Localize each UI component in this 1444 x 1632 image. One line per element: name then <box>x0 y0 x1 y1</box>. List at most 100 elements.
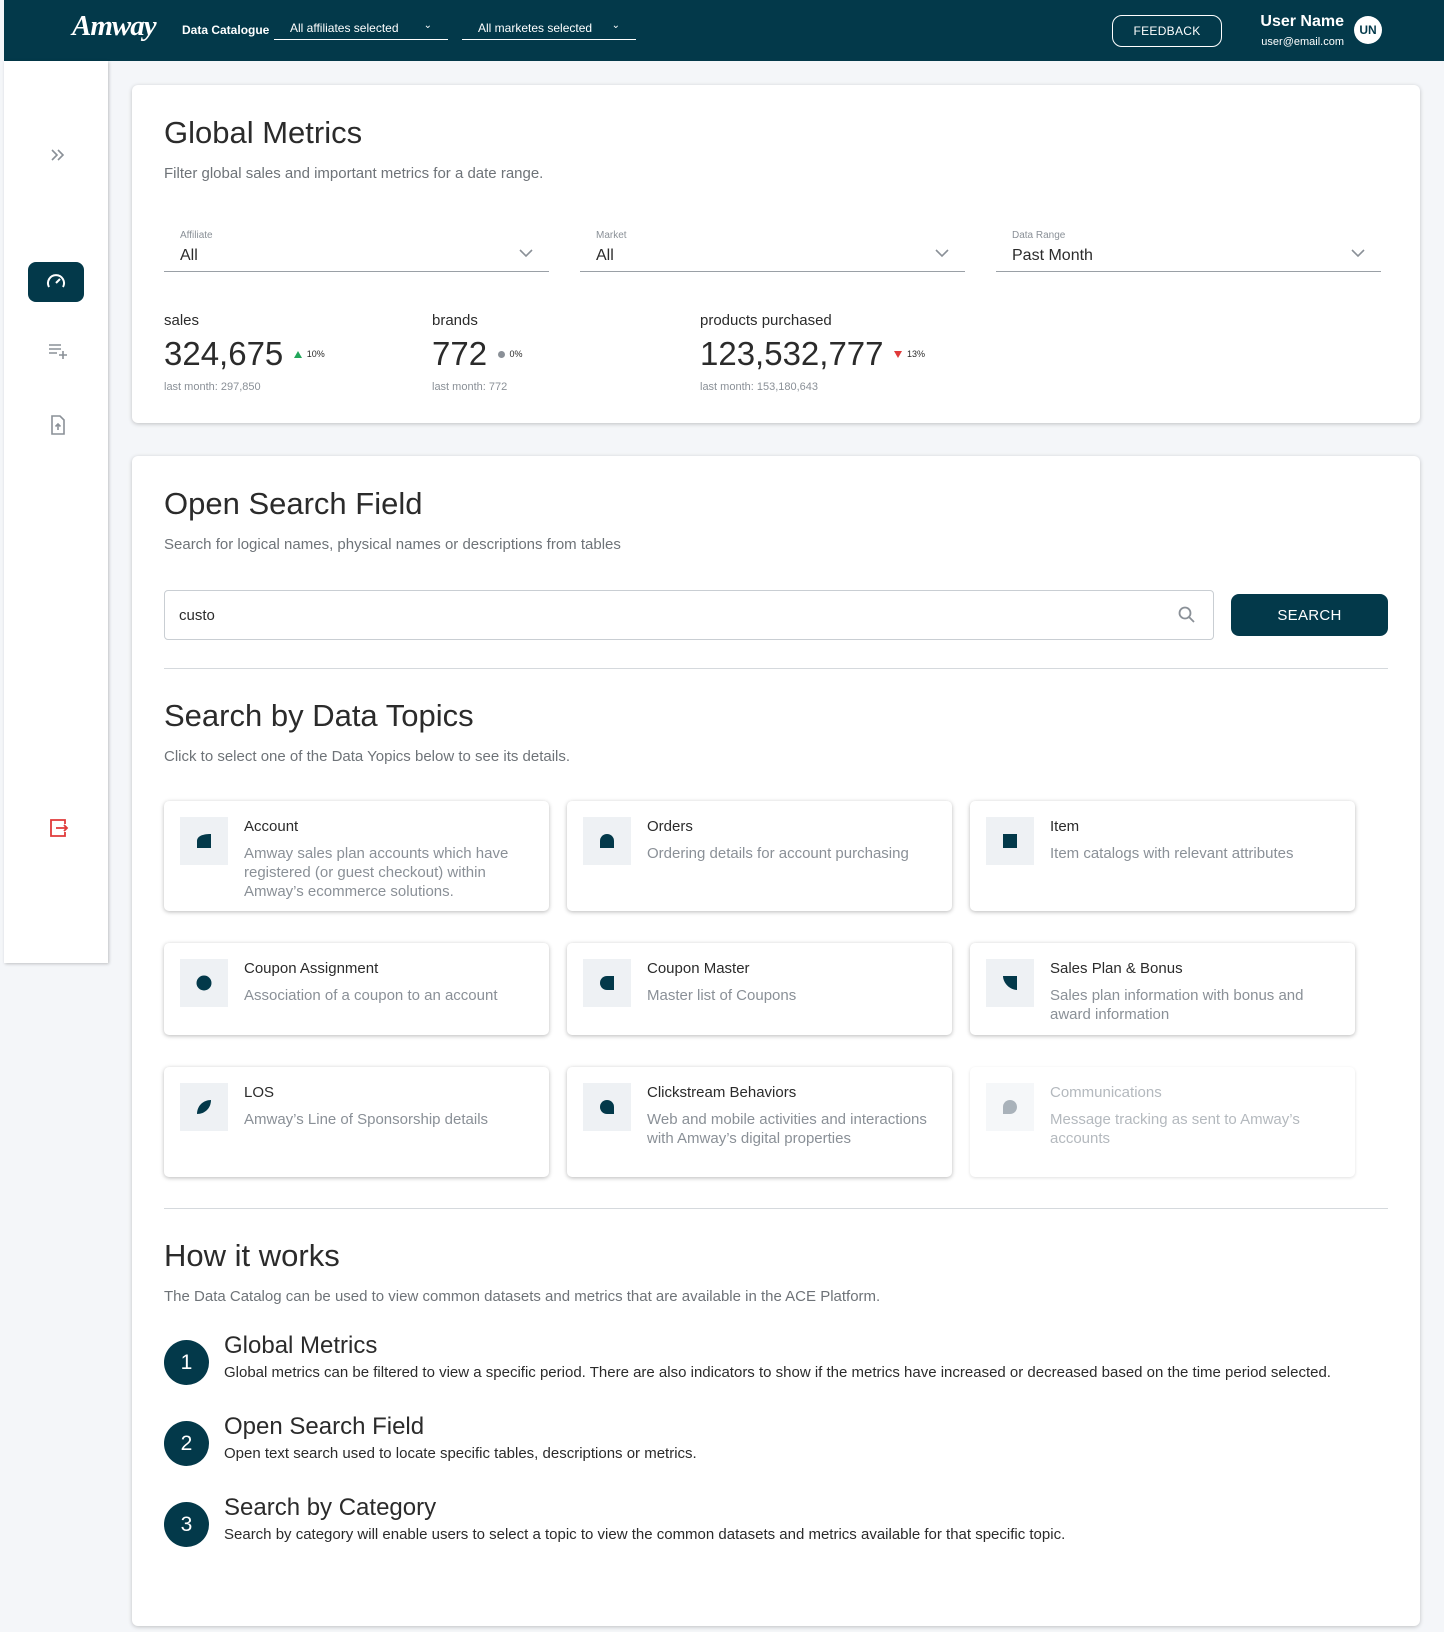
date-range-filter-value: Past Month <box>1012 247 1093 264</box>
topic-card-sales-plan-bonus[interactable]: Sales Plan & Bonus Sales plan informatio… <box>970 943 1355 1035</box>
sidebar <box>4 61 108 963</box>
corner-shape-icon <box>1003 976 1017 990</box>
topic-card-item[interactable]: Item Item catalogs with relevant attribu… <box>970 801 1355 911</box>
topic-description: Ordering details for account purchasing <box>647 845 909 862</box>
search-button[interactable]: SEARCH <box>1231 594 1388 636</box>
how-it-works-title: How it works <box>164 1238 340 1273</box>
file-upload-icon[interactable] <box>46 413 70 437</box>
user-email: user@email.com <box>1261 36 1344 48</box>
trend-down-icon <box>893 351 902 359</box>
markets-select-value: All marketes selected <box>478 21 593 35</box>
topic-card-orders[interactable]: Orders Ordering details for account purc… <box>567 801 952 911</box>
step-title: Global Metrics <box>224 1332 378 1359</box>
topic-icon-box <box>180 1083 228 1131</box>
trend-indicator: 0% <box>497 349 523 359</box>
speech-shape-icon <box>1003 1100 1017 1114</box>
market-filter[interactable]: Market All <box>580 230 965 272</box>
playlist-add-icon[interactable] <box>46 338 70 362</box>
topic-name: Clickstream Behaviors <box>647 1084 797 1101</box>
topic-description: Association of a coupon to an account <box>244 987 498 1004</box>
square-shape-icon <box>1003 834 1017 848</box>
step-description: Search by category will enable users to … <box>224 1526 1066 1543</box>
metric-label: products purchased <box>700 312 832 329</box>
topic-icon-box <box>986 959 1034 1007</box>
metric-last-month: last month: 153,180,643 <box>700 381 819 393</box>
metric-last-month: last month: 297,850 <box>164 381 261 393</box>
step-number: 2 <box>164 1421 209 1466</box>
search-icon[interactable] <box>1177 605 1197 625</box>
feedback-button[interactable]: FEEDBACK <box>1112 15 1222 47</box>
search-input[interactable] <box>179 603 1079 627</box>
how-it-works-subtitle: The Data Catalog can be used to view com… <box>164 1288 881 1305</box>
global-metrics-card: Global Metrics Filter global sales and i… <box>132 85 1420 423</box>
topic-card-communications[interactable]: Communications Message tracking as sent … <box>970 1067 1355 1177</box>
metric-change: 0% <box>509 349 523 359</box>
leaf-shape-icon <box>197 1100 211 1114</box>
step-number: 3 <box>164 1502 209 1547</box>
topic-icon-box <box>583 817 631 865</box>
amway-logo[interactable]: Amway <box>72 10 157 43</box>
metric-value: 123,532,777 <box>700 335 884 372</box>
global-metrics-title: Global Metrics <box>164 115 363 150</box>
date-range-filter-label: Data Range <box>1012 230 1066 241</box>
metric-last-month: last month: 772 <box>432 381 508 393</box>
topic-card-los[interactable]: LOS Amway’s Line of Sponsorship details <box>164 1067 549 1177</box>
topic-name: LOS <box>244 1084 275 1101</box>
avatar[interactable]: UN <box>1354 16 1382 44</box>
rounded-square-shape-icon <box>600 976 614 990</box>
metric-sales: sales 324,675 10% last month: 297,850 <box>164 312 325 393</box>
topic-description: Item catalogs with relevant attributes <box>1050 845 1294 862</box>
trend-indicator: 10% <box>293 349 325 359</box>
logout-icon[interactable] <box>46 816 70 840</box>
affiliates-select[interactable]: All affiliates selected ⌄ <box>274 16 448 40</box>
topic-card-coupon-assignment[interactable]: Coupon Assignment Association of a coupo… <box>164 943 549 1035</box>
metric-value: 324,675 <box>164 335 284 372</box>
metric-label: brands <box>432 312 478 329</box>
drop-shape-icon <box>600 1100 614 1114</box>
topic-description: Master list of Coupons <box>647 987 797 1004</box>
section-divider <box>164 1208 1388 1209</box>
quarter-shape-icon <box>197 834 211 848</box>
arch-shape-icon <box>600 834 614 848</box>
affiliate-filter-value: All <box>180 247 198 264</box>
affiliate-filter[interactable]: Affiliate All <box>164 230 549 272</box>
topic-description: Web and mobile activities and interactio… <box>647 1111 927 1147</box>
metric-change: 10% <box>306 349 325 359</box>
topic-description: Amway’s Line of Sponsorship details <box>244 1111 489 1128</box>
topic-card-clickstream-behaviors[interactable]: Clickstream Behaviors Web and mobile act… <box>567 1067 952 1177</box>
topic-name: Communications <box>1050 1084 1162 1101</box>
search-title: Open Search Field <box>164 486 423 521</box>
top-bar: Amway Data Catalogue All affiliates sele… <box>4 0 1444 61</box>
metric-value: 772 <box>432 335 488 372</box>
chevron-down-icon: ⌄ <box>611 20 620 31</box>
topics-subtitle: Click to select one of the Data Yopics b… <box>164 748 571 765</box>
topic-card-coupon-master[interactable]: Coupon Master Master list of Coupons <box>567 943 952 1035</box>
topic-icon-box <box>180 959 228 1007</box>
topic-description: Message tracking as sent to Amway’s acco… <box>1050 1111 1300 1147</box>
search-field[interactable] <box>164 590 1214 640</box>
metric-label: sales <box>164 312 200 329</box>
chevron-down-icon <box>935 249 949 258</box>
circle-shape-icon <box>196 975 212 991</box>
metric-products-purchased: products purchased 123,532,777 13% last … <box>700 312 925 393</box>
step-title: Open Search Field <box>224 1413 425 1440</box>
chevron-down-icon: ⌄ <box>423 20 432 31</box>
topic-card-account[interactable]: Account Amway sales plan accounts which … <box>164 801 549 911</box>
section-divider <box>164 668 1388 669</box>
global-metrics-subtitle: Filter global sales and important metric… <box>164 165 544 182</box>
topic-icon-box <box>583 959 631 1007</box>
metric-change: 13% <box>906 349 925 359</box>
speedometer-icon <box>47 274 65 288</box>
markets-select[interactable]: All marketes selected ⌄ <box>462 16 636 40</box>
chevron-down-icon <box>1351 249 1365 258</box>
topic-name: Orders <box>647 818 693 835</box>
market-filter-label: Market <box>596 230 627 241</box>
search-card: Open Search Field Search for logical nam… <box>132 456 1420 1626</box>
topic-name: Sales Plan & Bonus <box>1050 960 1183 977</box>
trend-indicator: 13% <box>893 349 925 359</box>
sidebar-item-dashboard[interactable] <box>28 262 84 302</box>
double-chevron-right-icon[interactable] <box>46 143 70 167</box>
date-range-filter[interactable]: Data Range Past Month <box>996 230 1381 272</box>
topic-icon-box <box>986 1083 1034 1131</box>
chevron-down-icon <box>519 249 533 258</box>
